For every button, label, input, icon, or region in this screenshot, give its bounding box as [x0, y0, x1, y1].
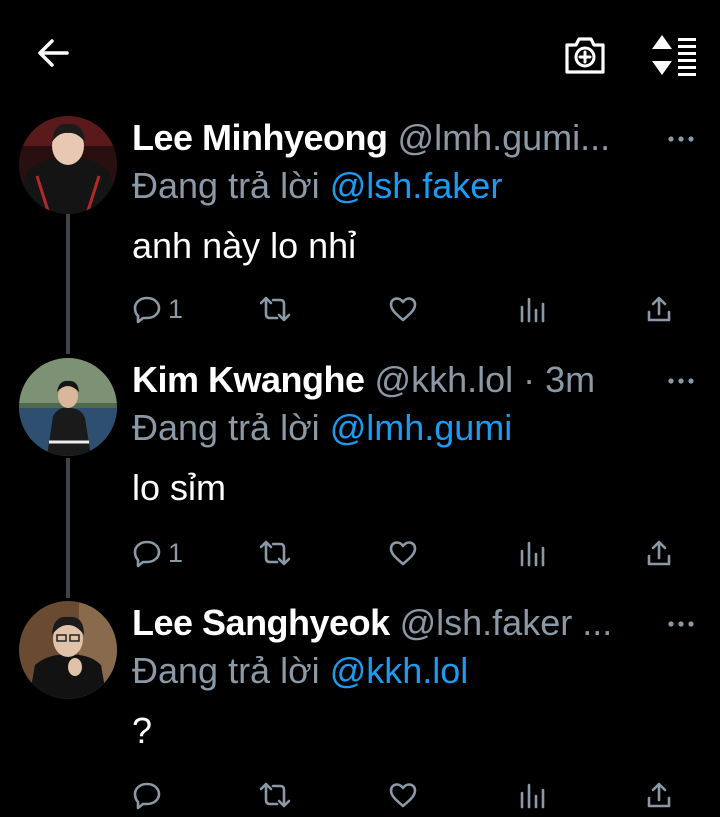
more-dots-icon — [668, 136, 694, 142]
top-bar — [0, 0, 720, 105]
reply-mention-link[interactable]: @kkh.lol — [330, 650, 469, 691]
reply-icon — [133, 296, 161, 324]
camera-button[interactable] — [562, 32, 608, 78]
share-button[interactable] — [645, 291, 673, 327]
analytics-icon — [520, 541, 545, 567]
analytics-icon — [520, 783, 545, 809]
arrow-left-icon — [38, 39, 69, 67]
reply-prefix: Đang trả lời — [132, 407, 320, 448]
user-handle[interactable]: @kkh.lol · 3m — [375, 359, 596, 400]
display-name[interactable]: Kim Kwanghe — [132, 359, 365, 400]
replying-to: Đang trả lời @lsh.faker — [132, 164, 502, 208]
like-button[interactable] — [388, 535, 418, 571]
replying-to: Đang trả lời @lmh.gumi — [132, 406, 512, 450]
tweet-item[interactable]: Lee Minhyeong @lmh.gumi... Đang trả lời … — [0, 116, 720, 336]
retweet-icon — [259, 782, 291, 808]
retweet-button[interactable] — [258, 535, 292, 571]
tweet-text: ? — [132, 710, 153, 751]
avatar[interactable] — [19, 601, 117, 699]
retweet-button[interactable] — [258, 777, 292, 813]
reply-prefix: Đang trả lời — [132, 650, 320, 691]
share-button[interactable] — [645, 535, 673, 571]
more-dots-icon — [668, 378, 694, 384]
tweet-text: lo sỉm — [132, 467, 227, 508]
like-button[interactable] — [388, 291, 418, 327]
more-options-button[interactable] — [668, 374, 694, 386]
reply-prefix: Đang trả lời — [132, 165, 320, 206]
tweet-actions: 1 — [0, 535, 720, 575]
back-button[interactable] — [33, 33, 73, 73]
tweet-actions: 1 — [0, 291, 720, 331]
retweet-button[interactable] — [258, 291, 292, 327]
reply-mention-link[interactable]: @lmh.gumi — [330, 407, 513, 448]
reply-count: 1 — [168, 293, 184, 324]
heart-icon — [389, 541, 417, 566]
share-icon — [647, 782, 671, 808]
display-name[interactable]: Lee Sanghyeok — [132, 602, 390, 643]
tweet-header: Lee Minhyeong @lmh.gumi... — [132, 116, 610, 160]
avatar[interactable] — [19, 116, 117, 214]
more-dots-icon — [668, 621, 694, 627]
heart-icon — [389, 297, 417, 322]
views-button[interactable] — [518, 535, 546, 571]
reply-button[interactable] — [132, 777, 162, 813]
tweet-text: anh này lo nhỉ — [132, 225, 357, 266]
reply-button[interactable]: 1 — [132, 291, 183, 327]
avatar[interactable] — [19, 358, 117, 456]
more-options-button[interactable] — [668, 132, 694, 144]
sort-lines-icon — [652, 35, 696, 76]
like-button[interactable] — [388, 777, 418, 813]
analytics-icon — [520, 297, 545, 323]
share-icon — [647, 540, 671, 566]
share-button[interactable] — [645, 777, 673, 813]
user-handle[interactable]: @lmh.gumi... — [398, 117, 611, 158]
user-handle[interactable]: @lsh.faker ... — [400, 602, 613, 643]
reply-mention-link[interactable]: @lsh.faker — [330, 165, 503, 206]
reply-icon — [133, 782, 161, 810]
reply-count: 1 — [168, 537, 184, 568]
reply-icon — [133, 540, 161, 568]
tweet-item[interactable]: Kim Kwanghe @kkh.lol · 3m Đang trả lời @… — [0, 358, 720, 578]
tweet-actions — [0, 777, 720, 817]
sort-button[interactable] — [648, 32, 698, 78]
heart-icon — [389, 783, 417, 808]
more-options-button[interactable] — [668, 617, 694, 629]
share-icon — [647, 296, 671, 322]
retweet-icon — [259, 296, 291, 322]
retweet-icon — [259, 540, 291, 566]
reply-button[interactable]: 1 — [132, 535, 183, 571]
tweet-item[interactable]: Lee Sanghyeok @lsh.faker ... Đang trả lờ… — [0, 601, 720, 815]
camera-plus-icon — [565, 37, 605, 74]
tweet-header: Kim Kwanghe @kkh.lol · 3m — [132, 358, 595, 402]
replying-to: Đang trả lời @kkh.lol — [132, 649, 468, 693]
views-button[interactable] — [518, 777, 546, 813]
views-button[interactable] — [518, 291, 546, 327]
display-name[interactable]: Lee Minhyeong — [132, 117, 388, 158]
tweet-header: Lee Sanghyeok @lsh.faker ... — [132, 601, 612, 645]
